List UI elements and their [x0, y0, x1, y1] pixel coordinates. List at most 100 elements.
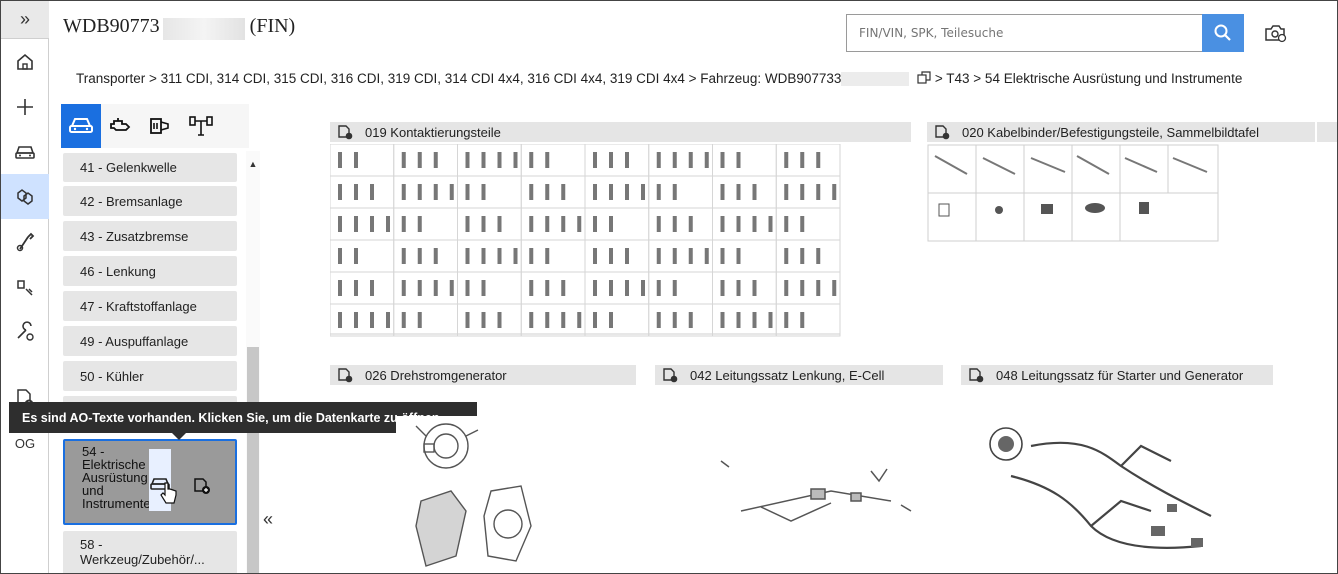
document-plus-icon[interactable] — [193, 477, 211, 495]
group-header[interactable]: 042 Leitungssatz Lenkung, E-Cell — [655, 365, 943, 385]
category-item[interactable]: 58 - Werkzeug/Zubehör/... — [63, 531, 237, 573]
part-cell — [457, 271, 522, 305]
category-item-selected[interactable]: 54 - Elektrische Ausrüstung und Instrume… — [63, 439, 237, 525]
part-cell — [775, 271, 841, 305]
part-cell — [775, 303, 841, 337]
part-cell — [393, 271, 458, 305]
parts-catalog-screen: » OG WDB90773 (FIN) FIN/VIN, SPK, Teiles… — [0, 0, 1338, 574]
part-cell — [775, 207, 841, 241]
axle-tab[interactable] — [181, 104, 221, 148]
fin-number: WDB90773 — [63, 15, 160, 37]
group-title: 042 Leitungssatz Lenkung, E-Cell — [690, 367, 885, 383]
part-cell — [330, 175, 395, 209]
part-cell — [712, 207, 777, 241]
category-item[interactable]: 46 - Lenkung — [63, 256, 237, 286]
part-cell — [457, 239, 522, 273]
part-cell — [520, 303, 586, 337]
part-cell — [393, 175, 458, 209]
tools-icon[interactable] — [1, 219, 49, 264]
engine-icon[interactable] — [1, 264, 49, 309]
part-cell — [457, 303, 522, 337]
category-item[interactable]: 49 - Auspuffanlage — [63, 326, 237, 356]
transmission-icon — [150, 118, 169, 134]
part-cell — [393, 303, 458, 337]
part-cell — [520, 207, 586, 241]
part-cell — [712, 303, 777, 337]
home-icon[interactable] — [1, 39, 49, 84]
group-image-contact-parts[interactable] — [330, 144, 911, 344]
part-cell — [648, 271, 713, 305]
part-cell — [775, 175, 841, 209]
group-image-alternator[interactable] — [396, 416, 556, 571]
engine-tab[interactable] — [101, 104, 141, 148]
axle-icon — [189, 116, 213, 136]
part-cell — [712, 239, 777, 273]
engine-icon — [110, 118, 131, 131]
part-cell — [712, 271, 777, 305]
part-cell — [330, 207, 395, 241]
document-plus-icon[interactable] — [969, 367, 984, 383]
part-cell — [648, 175, 713, 209]
document-plus-icon[interactable] — [338, 367, 353, 383]
parts-icon[interactable] — [1, 174, 49, 219]
vehicle-tab[interactable] — [61, 104, 101, 148]
scroll-up-icon[interactable]: ▲ — [247, 159, 259, 169]
part-cell — [712, 144, 777, 177]
vehicle-icon — [69, 118, 93, 133]
group-image-steering-harness[interactable] — [701, 441, 921, 541]
part-cell — [584, 271, 650, 305]
document-plus-icon[interactable] — [663, 367, 678, 383]
expand-rail-icon[interactable]: » — [1, 1, 49, 39]
group-header[interactable]: 019 Kontaktierungsteile — [330, 122, 911, 142]
part-cell — [330, 303, 395, 337]
repair-icon[interactable] — [1, 309, 49, 354]
camera-settings-icon[interactable] — [1263, 21, 1289, 45]
search-input[interactable] — [846, 14, 1203, 52]
search-icon — [1214, 24, 1231, 41]
redacted-area — [163, 18, 245, 40]
group-title: 019 Kontaktierungsteile — [365, 124, 501, 140]
part-cell — [775, 144, 841, 177]
collapse-panel-icon[interactable]: « — [263, 509, 273, 530]
category-item[interactable]: 42 - Bremsanlage — [63, 186, 237, 216]
part-cell — [648, 207, 713, 241]
breadcrumb: Transporter > 311 CDI, 314 CDI, 315 CDI,… — [76, 71, 1337, 87]
part-cell — [520, 175, 586, 209]
part-cell — [520, 144, 586, 177]
vehicle-tabs — [61, 104, 249, 148]
part-cell — [584, 207, 650, 241]
category-item[interactable]: 47 - Kraftstoffanlage — [63, 291, 237, 321]
breadcrumb-tail[interactable]: > T43 > 54 Elektrische Ausrüstung und In… — [931, 71, 1242, 86]
scrollbar-thumb[interactable] — [247, 347, 259, 573]
part-cell — [584, 303, 650, 337]
part-cell — [584, 239, 650, 273]
category-item[interactable]: 43 - Zusatzbremse — [63, 221, 237, 251]
group-image-cable-ties[interactable] — [927, 144, 1227, 244]
part-cell — [520, 271, 586, 305]
search-button[interactable] — [1202, 14, 1244, 52]
category-item[interactable]: 41 - Gelenkwelle — [63, 153, 237, 182]
group-image-starter-harness[interactable] — [971, 406, 1241, 571]
part-cell — [330, 239, 395, 273]
document-plus-icon[interactable] — [338, 124, 353, 140]
part-cell — [584, 144, 650, 177]
part-cell — [457, 144, 522, 177]
group-header[interactable]: 020 Kabelbinder/Befestigungsteile, Samme… — [927, 122, 1315, 142]
plus-icon[interactable] — [1, 84, 49, 129]
part-cell — [648, 303, 713, 337]
copy-icon[interactable] — [917, 71, 931, 85]
part-cell — [330, 271, 395, 305]
category-label: 54 - Elektrische Ausrüstung und Instrume… — [82, 444, 151, 511]
group-header[interactable]: 048 Leitungssatz für Starter und Generat… — [961, 365, 1273, 385]
document-plus-icon[interactable] — [935, 124, 950, 140]
group-title: 026 Drehstromgenerator — [365, 367, 507, 383]
rail-spacer — [1, 354, 49, 376]
category-item[interactable]: 50 - Kühler — [63, 361, 237, 391]
transmission-tab[interactable] — [141, 104, 181, 148]
group-title: 048 Leitungssatz für Starter und Generat… — [996, 367, 1244, 383]
car-icon[interactable] — [1, 129, 49, 174]
part-cell — [393, 207, 458, 241]
breadcrumb-path[interactable]: Transporter > 311 CDI, 314 CDI, 315 CDI,… — [76, 71, 841, 86]
group-header[interactable]: 026 Drehstromgenerator — [330, 365, 636, 385]
part-cell — [584, 175, 650, 209]
